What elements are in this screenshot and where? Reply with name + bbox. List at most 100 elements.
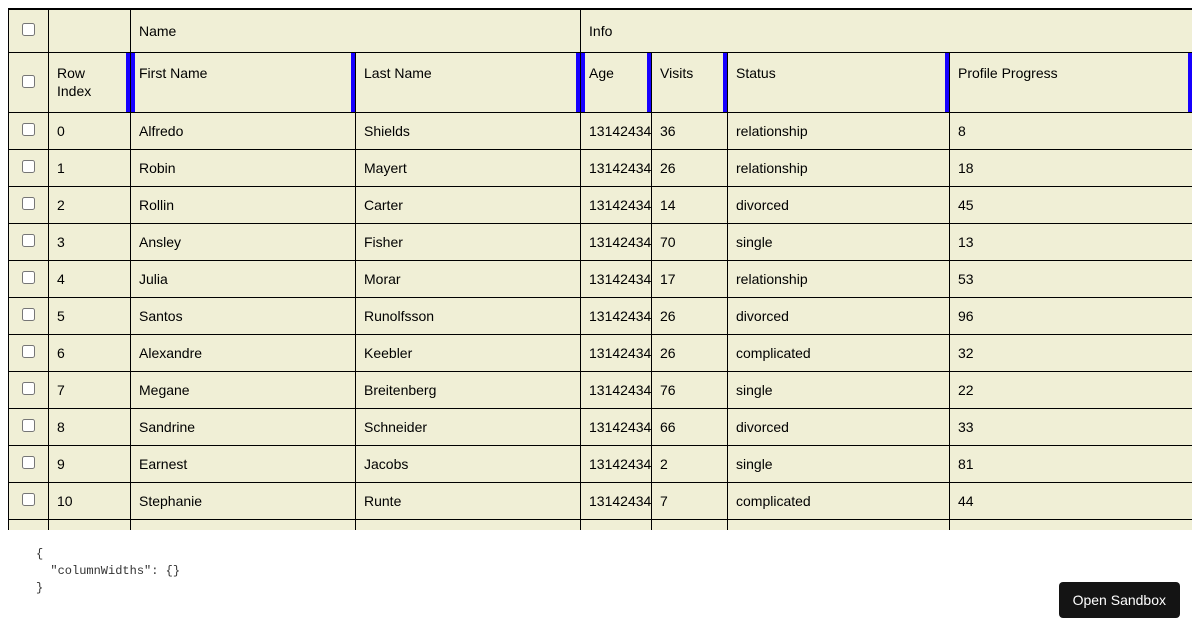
header-last-name-label: Last Name [364, 65, 432, 81]
cell-age: 131424345 [581, 372, 652, 409]
column-resizer[interactable] [945, 53, 950, 112]
cell-visits: 76 [652, 372, 728, 409]
row-checkbox[interactable] [22, 197, 35, 210]
row-checkbox-cell[interactable] [9, 224, 49, 261]
cell-firstName: Stephanie [131, 483, 356, 520]
cell-status: single [728, 446, 950, 483]
cell-profileProgress: 45 [950, 187, 1192, 224]
row-checkbox-cell[interactable] [9, 187, 49, 224]
cell-profileProgress: 13 [950, 224, 1192, 261]
header-checkbox-cell-top[interactable] [9, 10, 49, 53]
header-checkbox-cell[interactable] [9, 53, 49, 113]
cell-lastName: Jacobs [356, 446, 581, 483]
table-row: 5SantosRunolfsson13142434526divorced96 [9, 298, 1193, 335]
cell-lastName: Romaguera [356, 520, 581, 531]
row-checkbox-cell[interactable] [9, 520, 49, 531]
header-status-label: Status [736, 65, 776, 81]
table-row: 6AlexandreKeebler13142434526complicated3… [9, 335, 1193, 372]
row-checkbox-cell[interactable] [9, 335, 49, 372]
cell-rowIndex: 10 [49, 483, 131, 520]
cell-profileProgress: 8 [950, 113, 1192, 150]
cell-age: 131424345 [581, 187, 652, 224]
debug-output: { "columnWidths": {} } [36, 546, 1200, 596]
cell-status: single [728, 372, 950, 409]
cell-rowIndex: 2 [49, 187, 131, 224]
row-checkbox[interactable] [22, 345, 35, 358]
row-checkbox-cell[interactable] [9, 372, 49, 409]
row-checkbox[interactable] [22, 160, 35, 173]
cell-visits: 2 [652, 446, 728, 483]
cell-firstName: Earnest [131, 446, 356, 483]
row-checkbox[interactable] [22, 308, 35, 321]
cell-age: 131424345 [581, 224, 652, 261]
table-row: 8SandrineSchneider13142434566divorced33 [9, 409, 1193, 446]
row-checkbox-cell[interactable] [9, 113, 49, 150]
cell-age: 131424345 [581, 298, 652, 335]
row-checkbox[interactable] [22, 234, 35, 247]
row-checkbox-cell[interactable] [9, 409, 49, 446]
cell-profileProgress: 33 [950, 409, 1192, 446]
row-checkbox[interactable] [22, 493, 35, 506]
column-resizer-left[interactable] [131, 53, 136, 112]
cell-lastName: Breitenberg [356, 372, 581, 409]
cell-lastName: Shields [356, 113, 581, 150]
row-checkbox-cell[interactable] [9, 446, 49, 483]
header-group-info-label: Info [589, 23, 612, 39]
cell-status: complicated [728, 335, 950, 372]
cell-profileProgress: 44 [950, 483, 1192, 520]
row-checkbox-cell[interactable] [9, 483, 49, 520]
cell-visits: 36 [652, 113, 728, 150]
row-checkbox[interactable] [22, 382, 35, 395]
cell-status: divorced [728, 409, 950, 446]
cell-status: relationship [728, 113, 950, 150]
table-row: 1RobinMayert13142434526relationship18 [9, 150, 1193, 187]
cell-lastName: Runolfsson [356, 298, 581, 335]
cell-rowIndex: 8 [49, 409, 131, 446]
cell-firstName: Megane [131, 372, 356, 409]
cell-profileProgress: 81 [950, 446, 1192, 483]
cell-firstName: Alexandre [131, 335, 356, 372]
header-blank-cell [49, 10, 131, 53]
header-status: Status [728, 53, 950, 113]
header-first-name-label: First Name [139, 65, 207, 81]
cell-status: divorced [728, 298, 950, 335]
cell-lastName: Fisher [356, 224, 581, 261]
cell-rowIndex: 3 [49, 224, 131, 261]
column-resizer[interactable] [126, 53, 131, 112]
select-all-top-checkbox[interactable] [22, 23, 35, 36]
row-checkbox-cell[interactable] [9, 298, 49, 335]
column-resizer-left[interactable] [581, 53, 586, 112]
data-table-wrapper: Name Info Row Index First Name Last Name [8, 8, 1192, 530]
column-resizer[interactable] [723, 53, 728, 112]
row-checkbox[interactable] [22, 123, 35, 136]
column-resizer[interactable] [1188, 53, 1192, 112]
cell-age: 131424345 [581, 483, 652, 520]
cell-profileProgress: 21 [950, 520, 1192, 531]
column-resizer[interactable] [351, 53, 356, 112]
row-checkbox[interactable] [22, 271, 35, 284]
open-sandbox-button[interactable]: Open Sandbox [1059, 582, 1180, 618]
table-row: 7MeganeBreitenberg13142434576single22 [9, 372, 1193, 409]
cell-age: 131424345 [581, 113, 652, 150]
cell-age: 131424345 [581, 150, 652, 187]
cell-profileProgress: 32 [950, 335, 1192, 372]
table-row: 0AlfredoShields13142434536relationship8 [9, 113, 1193, 150]
cell-visits: 7 [652, 483, 728, 520]
cell-status: relationship [728, 261, 950, 298]
header-row-index: Row Index [49, 53, 131, 113]
row-checkbox[interactable] [22, 456, 35, 469]
cell-status: single [728, 224, 950, 261]
data-table: Name Info Row Index First Name Last Name [8, 9, 1192, 530]
column-resizer[interactable] [647, 53, 652, 112]
open-sandbox-label: Open Sandbox [1073, 592, 1166, 608]
header-columns-row: Row Index First Name Last Name Age [9, 53, 1193, 113]
row-checkbox[interactable] [22, 419, 35, 432]
table-row: 11LoisRomaguera13142434597relationship21 [9, 520, 1193, 531]
cell-profileProgress: 22 [950, 372, 1192, 409]
select-all-checkbox[interactable] [22, 75, 35, 88]
row-checkbox-cell[interactable] [9, 150, 49, 187]
header-profile-progress-label: Profile Progress [958, 65, 1058, 81]
column-resizer[interactable] [576, 53, 581, 112]
cell-lastName: Keebler [356, 335, 581, 372]
row-checkbox-cell[interactable] [9, 261, 49, 298]
